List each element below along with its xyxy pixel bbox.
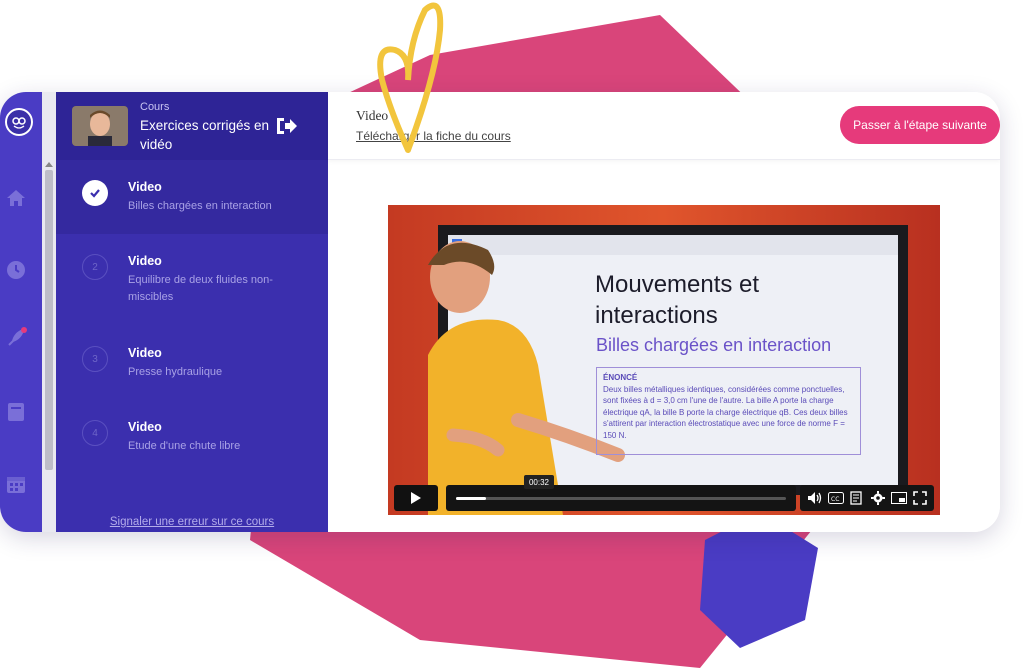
lesson-item-3[interactable]: 3 Video Presse hydraulique bbox=[56, 326, 328, 400]
screenshot-stage: Cours Exercices corrigés en vidéo Video … bbox=[0, 0, 1024, 671]
slide-enonce-box: ÉNONCÉ Deux billes métalliques identique… bbox=[596, 367, 861, 455]
lesson-subtitle: Presse hydraulique bbox=[128, 366, 223, 378]
clock-icon[interactable] bbox=[4, 258, 28, 282]
report-error-link[interactable]: Signaler une erreur sur ce cours bbox=[56, 516, 328, 528]
lesson-title: Video bbox=[128, 346, 162, 360]
course-kicker: Cours bbox=[140, 101, 170, 113]
course-title: Exercices corrigés en vidéo bbox=[140, 118, 270, 152]
lesson-item-1[interactable]: Video Billes chargées en interaction bbox=[56, 160, 328, 234]
next-step-button[interactable]: Passer à l'étape suivante bbox=[840, 106, 1000, 144]
lesson-title: Video bbox=[128, 180, 162, 194]
instructor-avatar bbox=[72, 106, 128, 146]
lesson-item-4[interactable]: 4 Video Etude d'une chute libre bbox=[56, 400, 328, 474]
course-sidebar: Cours Exercices corrigés en vidéo Video … bbox=[56, 92, 328, 532]
scrollbar-thumb[interactable] bbox=[45, 170, 53, 470]
lesson-completed-check-icon bbox=[82, 180, 108, 206]
lesson-title: Video bbox=[128, 254, 162, 268]
settings-gear-icon[interactable] bbox=[869, 489, 887, 507]
lesson-number-badge: 3 bbox=[82, 346, 108, 372]
video-frame-image bbox=[388, 205, 940, 515]
video-player[interactable]: Mouvements et interactions Billes chargé… bbox=[388, 205, 940, 515]
lesson-subtitle: Equilibre de deux fluides non-miscibles bbox=[128, 274, 273, 303]
player-right-controls: CC bbox=[800, 485, 934, 511]
rocket-icon[interactable] bbox=[4, 326, 28, 350]
book-icon[interactable] bbox=[4, 400, 28, 424]
svg-text:CC: CC bbox=[831, 496, 839, 503]
progress-bar-container: 00:32 bbox=[446, 475, 796, 511]
transcript-icon[interactable] bbox=[848, 489, 866, 507]
sidebar-scrollbar[interactable] bbox=[42, 92, 56, 532]
icon-rail bbox=[0, 92, 42, 532]
exit-course-icon[interactable] bbox=[274, 114, 300, 138]
app-window: Cours Exercices corrigés en vidéo Video … bbox=[0, 92, 1000, 532]
yellow-heart-doodle bbox=[377, 2, 444, 153]
fullscreen-icon[interactable] bbox=[911, 489, 929, 507]
progress-fill bbox=[456, 497, 486, 500]
current-time-tooltip: 00:32 bbox=[524, 475, 554, 489]
lesson-item-2[interactable]: 2 Video Equilibre de deux fluides non-mi… bbox=[56, 234, 328, 308]
video-controls: 00:32 CC bbox=[388, 475, 940, 515]
slide-subtitle: Billes chargées en interaction bbox=[596, 335, 832, 355]
volume-icon[interactable] bbox=[806, 489, 824, 507]
lesson-title: Video bbox=[128, 420, 162, 434]
enonce-label: ÉNONCÉ bbox=[603, 373, 638, 382]
lesson-number-badge: 4 bbox=[82, 420, 108, 446]
home-icon[interactable] bbox=[4, 186, 28, 210]
scroll-up-arrow-icon[interactable] bbox=[45, 162, 53, 167]
picture-in-picture-icon[interactable] bbox=[890, 489, 908, 507]
owl-logo-icon[interactable] bbox=[5, 108, 33, 136]
calendar-icon[interactable] bbox=[4, 472, 28, 496]
progress-track[interactable] bbox=[456, 497, 786, 500]
enonce-text: Deux billes métalliques identiques, cons… bbox=[603, 384, 848, 440]
slide-title: Mouvements et interactions bbox=[595, 271, 760, 329]
course-header: Cours Exercices corrigés en vidéo bbox=[56, 92, 328, 160]
play-button[interactable] bbox=[394, 485, 438, 511]
captions-icon[interactable]: CC bbox=[827, 489, 845, 507]
lesson-number-badge: 2 bbox=[82, 254, 108, 280]
lesson-subtitle: Etude d'une chute libre bbox=[128, 440, 241, 452]
lesson-subtitle: Billes chargées en interaction bbox=[128, 200, 272, 212]
